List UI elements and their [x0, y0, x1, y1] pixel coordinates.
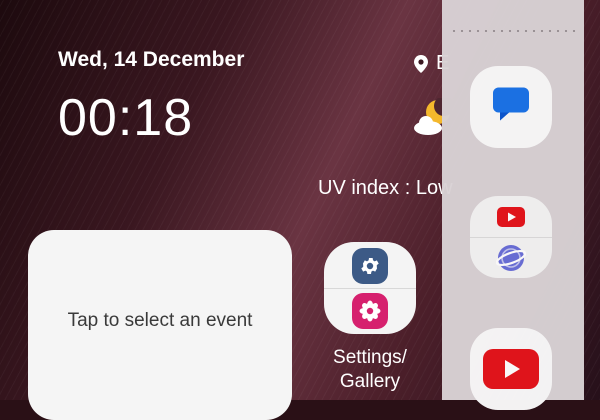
youtube-app[interactable]	[470, 328, 552, 410]
clock-date: Wed, 14 December	[58, 48, 245, 71]
settings-gallery-folder[interactable]	[324, 242, 416, 334]
edge-panel-handle[interactable]	[450, 30, 576, 32]
uv-index-text: UV index : Low	[318, 177, 453, 199]
event-widget[interactable]: Tap to select an event	[28, 230, 292, 420]
gallery-icon	[352, 293, 388, 329]
youtube-small-icon	[494, 200, 528, 234]
messages-icon	[493, 87, 529, 121]
event-widget-text: Tap to select an event	[67, 310, 253, 331]
messages-app[interactable]	[470, 66, 552, 148]
settings-icon	[352, 248, 388, 284]
pair-divider	[470, 237, 552, 238]
folder-label-text: Settings/ Gallery	[333, 347, 407, 392]
location-pin-icon	[414, 54, 428, 73]
edge-panel[interactable]	[442, 0, 584, 410]
internet-icon	[494, 241, 528, 275]
youtube-icon	[483, 349, 539, 389]
youtube-internet-pair[interactable]	[470, 196, 552, 278]
clock-time: 00:18	[58, 89, 194, 147]
folder-label: Settings/ Gallery	[310, 346, 430, 394]
folder-divider	[324, 288, 416, 289]
